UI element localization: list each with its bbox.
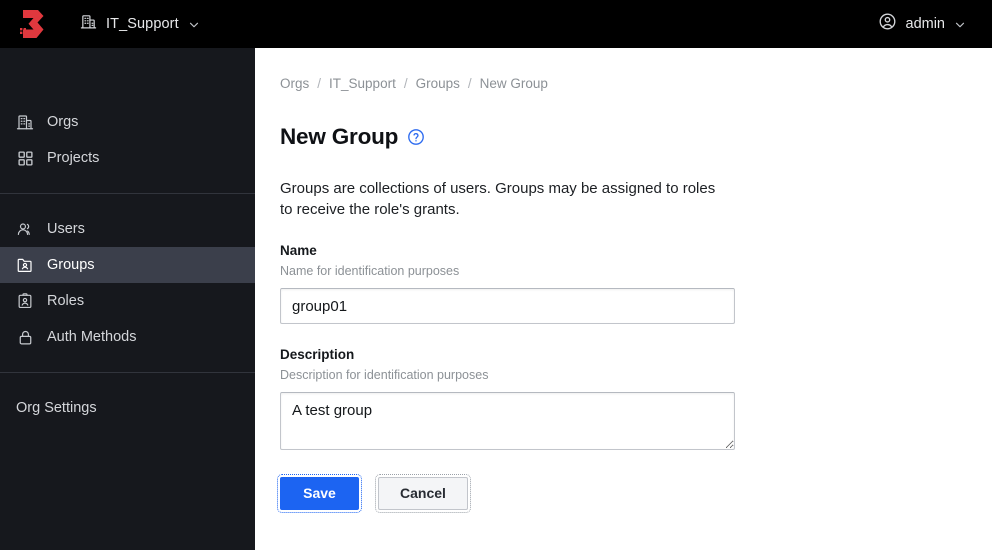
- sidebar-item-label: Projects: [47, 149, 100, 166]
- org-switcher-button[interactable]: IT_Support: [74, 8, 206, 40]
- org-building-icon: [16, 113, 34, 131]
- sidebar-item-label: Org Settings: [16, 400, 97, 416]
- boundary-logo-button[interactable]: [0, 0, 64, 48]
- page-title: New Group: [280, 124, 399, 150]
- org-switcher-label: IT_Support: [106, 16, 179, 32]
- form-actions: Save Cancel: [277, 473, 992, 513]
- description-field-label: Description: [280, 347, 355, 363]
- user-menu-button[interactable]: admin: [870, 8, 975, 40]
- sidebar-top-spacer: [0, 48, 255, 104]
- page-description: Groups are collections of users. Groups …: [280, 179, 716, 218]
- sidebar-item-org-settings[interactable]: Org Settings: [0, 390, 255, 426]
- user-menu-label: admin: [905, 16, 946, 32]
- description-field-group: Description Description for identificati…: [280, 346, 992, 450]
- sidebar-item-projects[interactable]: Projects: [0, 140, 255, 176]
- breadcrumb-separator: /: [403, 75, 408, 91]
- sidebar-item-orgs[interactable]: Orgs: [0, 104, 255, 140]
- lock-icon: [16, 328, 34, 346]
- breadcrumb-separator: /: [317, 75, 322, 91]
- sidebar-item-roles[interactable]: Roles: [0, 283, 255, 319]
- sidebar-group-primary: Orgs Projects: [0, 104, 255, 176]
- id-badge-icon: [16, 292, 34, 310]
- user-circle-icon: [878, 12, 897, 36]
- breadcrumb-item-orgs[interactable]: Orgs: [280, 76, 309, 91]
- description-field-help: Description for identification purposes: [280, 367, 489, 382]
- breadcrumb-item-it-support[interactable]: IT_Support: [329, 76, 396, 91]
- chevron-down-icon: [954, 18, 966, 30]
- breadcrumb-item-groups[interactable]: Groups: [416, 76, 460, 91]
- group-folder-icon: [16, 256, 34, 274]
- sidebar-item-groups[interactable]: Groups: [0, 247, 255, 283]
- sidebar-item-users[interactable]: Users: [0, 211, 255, 247]
- sidebar-item-label: Orgs: [47, 113, 79, 130]
- main-content: Orgs / IT_Support / Groups / New Group N…: [255, 48, 992, 550]
- users-icon: [16, 220, 34, 238]
- cancel-button[interactable]: Cancel: [375, 473, 471, 513]
- sidebar-item-auth-methods[interactable]: Auth Methods: [0, 319, 255, 355]
- org-building-icon: [80, 13, 97, 35]
- name-field-group: Name Name for identification purposes: [280, 242, 992, 325]
- boundary-logo-icon: [19, 9, 45, 39]
- help-circle-icon[interactable]: [407, 128, 425, 146]
- save-button[interactable]: Save: [277, 473, 362, 513]
- sidebar-item-label: Users: [47, 220, 85, 237]
- description-textarea[interactable]: [280, 391, 735, 450]
- chevron-down-icon: [188, 18, 200, 30]
- sidebar-item-label: Groups: [47, 256, 95, 273]
- sidebar-navigation: Orgs Projects Users Groups Roles Auth Me…: [0, 48, 255, 550]
- name-input[interactable]: [280, 288, 735, 325]
- app-root: IT_Support admin Orgs Projects Users Gro…: [0, 0, 992, 550]
- page-title-row: New Group: [280, 111, 992, 164]
- top-header-bar: IT_Support admin: [0, 0, 992, 48]
- sidebar-item-label: Auth Methods: [47, 328, 137, 345]
- breadcrumb: Orgs / IT_Support / Groups / New Group: [280, 74, 992, 92]
- breadcrumb-item-current: New Group: [479, 75, 548, 91]
- name-field-label: Name: [280, 243, 317, 259]
- breadcrumb-separator: /: [467, 75, 472, 91]
- grid-squares-icon: [16, 149, 34, 167]
- name-field-help: Name for identification purposes: [280, 263, 460, 278]
- sidebar-group-iam: Users Groups Roles Auth Methods: [0, 211, 255, 355]
- sidebar-item-label: Roles: [47, 292, 85, 309]
